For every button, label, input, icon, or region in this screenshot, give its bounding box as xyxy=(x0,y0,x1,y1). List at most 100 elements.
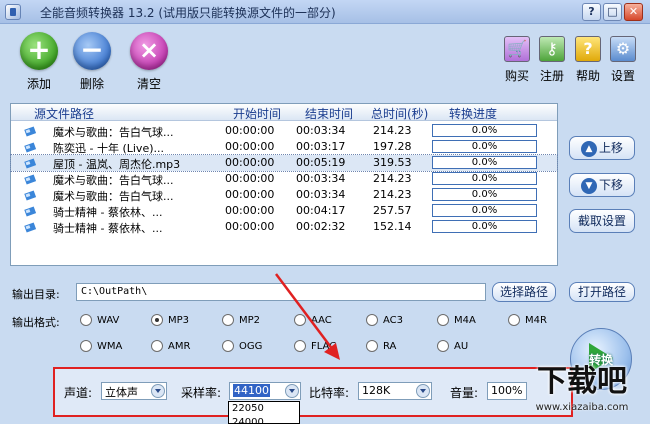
format-label[interactable]: AAC xyxy=(311,315,332,326)
maximize-button[interactable]: □ xyxy=(603,3,622,21)
format-label[interactable]: MP3 xyxy=(168,315,189,326)
channel-label: 声道: xyxy=(64,386,93,400)
format-label[interactable]: M4R xyxy=(525,315,547,326)
start-time: 00:00:00 xyxy=(225,140,275,153)
help-label: 帮助 xyxy=(575,69,600,83)
format-label[interactable]: MP2 xyxy=(239,315,260,326)
buy-button[interactable]: 🛒 购买 xyxy=(500,36,534,84)
col-total[interactable]: 总时间(秒) xyxy=(371,105,428,122)
audio-file-icon xyxy=(24,206,36,217)
format-radio-ra[interactable] xyxy=(366,340,378,352)
file-name: 魔术与歌曲：告白气球... xyxy=(53,126,174,139)
col-path[interactable]: 源文件路径 xyxy=(34,105,94,122)
start-time: 00:00:00 xyxy=(225,172,275,185)
total-seconds: 214.23 xyxy=(373,188,412,201)
format-label[interactable]: OGG xyxy=(239,341,262,352)
progress-bar: 0.0% xyxy=(432,188,537,201)
format-label[interactable]: RA xyxy=(383,341,396,352)
sample-rate-select[interactable]: 44100 xyxy=(229,382,301,400)
end-time: 00:05:19 xyxy=(296,156,346,169)
bitrate-select[interactable]: 128K xyxy=(358,382,432,400)
app-icon[interactable] xyxy=(5,4,21,20)
key-icon: ⚷ xyxy=(539,36,565,62)
sample-rate-option[interactable]: 22050 xyxy=(229,402,299,416)
cart-icon: 🛒 xyxy=(504,36,530,62)
output-format-label: 输出格式: xyxy=(12,316,60,329)
audio-file-icon xyxy=(24,126,36,137)
start-time: 00:00:00 xyxy=(225,220,275,233)
end-time: 00:03:34 xyxy=(296,188,346,201)
tools-icon: ⚙ xyxy=(610,36,636,62)
end-time: 00:04:17 xyxy=(296,204,346,217)
watermark-text: 下载吧 xyxy=(537,364,627,399)
col-end[interactable]: 结束时间 xyxy=(305,105,353,122)
format-radio-ac3[interactable] xyxy=(366,314,378,326)
move-up-button[interactable]: ▲ 上移 xyxy=(569,136,635,160)
clear-button[interactable]: × 清空 xyxy=(127,32,171,92)
format-label[interactable]: FLAC xyxy=(311,341,336,352)
table-row[interactable]: 魔术与歌曲：告白气球... 00:00:00 00:03:34 214.23 0.0% xyxy=(11,123,557,139)
minus-icon: − xyxy=(73,32,111,70)
table-row[interactable]: 骑士精神 - 蔡依林、... 00:00:00 00:02:32 152.14 0.0% xyxy=(11,219,557,235)
chevron-down-icon xyxy=(151,384,165,398)
format-radio-m4a[interactable] xyxy=(437,314,449,326)
total-seconds: 197.28 xyxy=(373,140,412,153)
format-radio-wma[interactable] xyxy=(80,340,92,352)
total-seconds: 257.57 xyxy=(373,204,412,217)
end-time: 00:03:34 xyxy=(296,172,346,185)
settings-button[interactable]: ⚙ 设置 xyxy=(606,36,640,84)
format-label[interactable]: AMR xyxy=(168,341,190,352)
channel-select[interactable]: 立体声 xyxy=(101,382,167,400)
delete-button[interactable]: − 删除 xyxy=(70,32,114,92)
minimize-button[interactable]: ? xyxy=(582,3,601,21)
table-row[interactable]: 魔术与歌曲：告白气球... 00:00:00 00:03:34 214.23 0.0% xyxy=(11,187,557,203)
register-label: 注册 xyxy=(539,69,564,83)
bitrate-value: 128K xyxy=(362,384,391,397)
format-radio-wav[interactable] xyxy=(80,314,92,326)
total-seconds: 152.14 xyxy=(373,220,412,233)
format-radio-m4r[interactable] xyxy=(508,314,520,326)
cut-settings-button[interactable]: 截取设置 xyxy=(569,209,635,233)
start-time: 00:00:00 xyxy=(225,204,275,217)
window-title: 全能音频转换器 13.2 (试用版只能转换源文件的一部分) xyxy=(40,6,336,20)
help-button[interactable]: ? 帮助 xyxy=(571,36,605,84)
file-name: 魔术与歌曲：告白气球... xyxy=(53,174,174,187)
file-list[interactable]: 源文件路径 开始时间 结束时间 总时间(秒) 转换进度 魔术与歌曲：告白气球..… xyxy=(10,103,558,266)
move-down-button[interactable]: ▼ 下移 xyxy=(569,173,635,197)
format-radio-mp2[interactable] xyxy=(222,314,234,326)
close-button[interactable]: ✕ xyxy=(624,3,643,21)
chevron-down-icon xyxy=(416,384,430,398)
sample-rate-dropdown[interactable]: 22050 24000 xyxy=(228,401,300,424)
format-label[interactable]: M4A xyxy=(454,315,476,326)
format-label[interactable]: WMA xyxy=(97,341,122,352)
format-label[interactable]: AU xyxy=(454,341,468,352)
sample-rate-option[interactable]: 24000 xyxy=(229,416,299,423)
table-row[interactable]: 骑士精神 - 蔡依林、... 00:00:00 00:04:17 257.57 0.0% xyxy=(11,203,557,219)
format-label[interactable]: WAV xyxy=(97,315,119,326)
register-button[interactable]: ⚷ 注册 xyxy=(535,36,569,84)
format-radio-au[interactable] xyxy=(437,340,449,352)
table-row[interactable]: 陈奕迅 - 十年 (Live)... 00:00:00 00:03:17 197.28… xyxy=(11,139,557,155)
audio-file-icon xyxy=(24,142,36,153)
table-row[interactable]: 屋顶 - 温岚、周杰伦.mp3 00:00:00 00:05:19 319.53 0.0… xyxy=(10,154,558,172)
col-progress[interactable]: 转换进度 xyxy=(449,105,497,122)
progress-bar: 0.0% xyxy=(432,204,537,217)
format-radio-flac[interactable] xyxy=(294,340,306,352)
sample-rate-label: 采样率: xyxy=(181,386,222,400)
format-radio-mp3[interactable] xyxy=(151,314,163,326)
format-label[interactable]: AC3 xyxy=(383,315,403,326)
format-radio-amr[interactable] xyxy=(151,340,163,352)
choose-path-button[interactable]: 选择路径 xyxy=(492,282,556,302)
format-radio-ogg[interactable] xyxy=(222,340,234,352)
title-bar: 全能音频转换器 13.2 (试用版只能转换源文件的一部分) ? □ ✕ xyxy=(0,0,650,24)
audio-file-icon xyxy=(24,158,36,169)
col-start[interactable]: 开始时间 xyxy=(233,105,281,122)
table-row[interactable]: 魔术与歌曲：告白气球... 00:00:00 00:03:34 214.23 0.0% xyxy=(11,171,557,187)
output-dir-input[interactable]: C:\OutPath\ xyxy=(76,283,486,301)
file-name: 骑士精神 - 蔡依林、... xyxy=(53,206,163,219)
clear-label: 清空 xyxy=(136,77,161,91)
format-radio-aac[interactable] xyxy=(294,314,306,326)
add-button[interactable]: + 添加 xyxy=(17,32,61,92)
open-path-button[interactable]: 打开路径 xyxy=(569,282,635,302)
total-seconds: 214.23 xyxy=(373,124,412,137)
